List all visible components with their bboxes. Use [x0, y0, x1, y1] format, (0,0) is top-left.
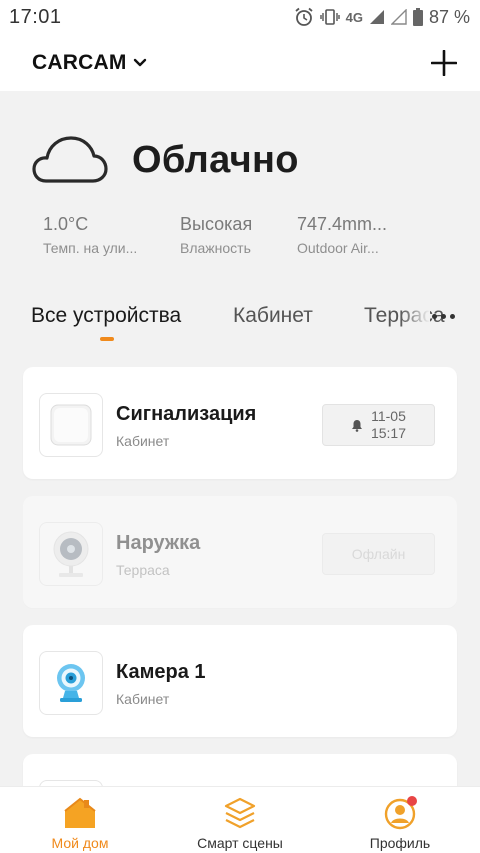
device-card-alarm[interactable]: Сигнализация Кабинет 11-05 15:17 [23, 367, 457, 479]
indoor-camera-icon [39, 651, 103, 715]
device-card-outdoor[interactable]: Наружка Терраса Офлайн [23, 496, 457, 608]
home-selector[interactable]: CARCAM [32, 51, 147, 75]
device-room: Кабинет [116, 433, 170, 449]
device-room: Терраса [116, 562, 170, 578]
battery-icon [412, 8, 423, 26]
dot [431, 313, 437, 319]
home-icon [64, 797, 96, 828]
alarm-hub-icon [39, 393, 103, 457]
weather-stat-label: Темп. на ули... [43, 240, 138, 256]
nav-my-home[interactable]: Мой дом [20, 787, 140, 853]
app-header: CARCAM [0, 34, 480, 91]
home-name: CARCAM [32, 50, 127, 74]
tabs-fade [400, 296, 430, 344]
device-room: Кабинет [116, 691, 170, 707]
tab-all-devices[interactable]: Все устройства [31, 304, 181, 328]
nav-profile[interactable]: Профиль [340, 787, 460, 853]
status-time: 17:01 [9, 5, 62, 28]
event-date: 11-05 [371, 408, 406, 424]
scenes-icon [224, 797, 256, 829]
offline-badge: Офлайн [322, 533, 435, 575]
nav-label: Смарт сцены [197, 835, 283, 851]
add-device-button[interactable] [424, 43, 464, 83]
vibrate-icon [319, 9, 340, 25]
plus-icon [431, 49, 457, 76]
weather-stat-label: Outdoor Air... [297, 240, 379, 256]
weather-stat-value: 747.4mm... [297, 214, 388, 234]
weather-summary: Облачно [32, 134, 299, 186]
status-bar: 17:01 4G 87 % [0, 0, 480, 34]
dot [449, 313, 455, 319]
weather-stat-air-pressure[interactable]: 747.4mm... Outdoor Air... [297, 214, 387, 256]
last-event-badge[interactable]: 11-05 15:17 [322, 404, 435, 446]
bottom-navigation: Мой дом Смарт сцены Профиль [0, 786, 480, 853]
event-time: 15:17 [370, 425, 407, 441]
network-type: 4G [345, 9, 363, 25]
offline-status: Офлайн [351, 546, 406, 562]
weather-stat-value: 1.0°C [43, 214, 89, 234]
weather-stat-value: Высокая [180, 214, 253, 234]
alarm-clock-icon [295, 7, 313, 26]
chevron-down-icon [133, 58, 146, 66]
outdoor-camera-icon [39, 522, 103, 586]
signal-empty-icon [390, 9, 407, 25]
weather-stat-temperature[interactable]: 1.0°C Темп. на ули... [43, 214, 137, 256]
nav-label: Профиль [369, 835, 431, 851]
bell-icon [351, 419, 362, 432]
device-card-camera1[interactable]: Камера 1 Кабинет [23, 625, 457, 737]
signal-icon [369, 10, 384, 24]
weather-condition: Облачно [132, 138, 299, 181]
nav-smart-scenes[interactable]: Смарт сцены [180, 787, 300, 853]
weather-stat-label: Влажность [180, 240, 251, 256]
profile-icon [384, 796, 417, 830]
active-tab-indicator [100, 337, 114, 341]
status-icons: 4G 87 % [294, 7, 470, 28]
nav-label: Мой дом [51, 835, 109, 851]
device-name: Камера 1 [116, 661, 206, 683]
room-tabs: Все устройства Кабинет Терраса [0, 296, 480, 344]
cloud-icon [32, 136, 108, 183]
device-name: Сигнализация [116, 403, 257, 425]
tab-cabinet[interactable]: Кабинет [233, 304, 313, 328]
device-name: Наружка [116, 532, 201, 554]
weather-stat-humidity[interactable]: Высокая Влажность [180, 214, 252, 256]
battery-percent: 87 % [428, 6, 470, 27]
dot [440, 313, 446, 319]
more-tabs-button[interactable] [428, 304, 458, 328]
